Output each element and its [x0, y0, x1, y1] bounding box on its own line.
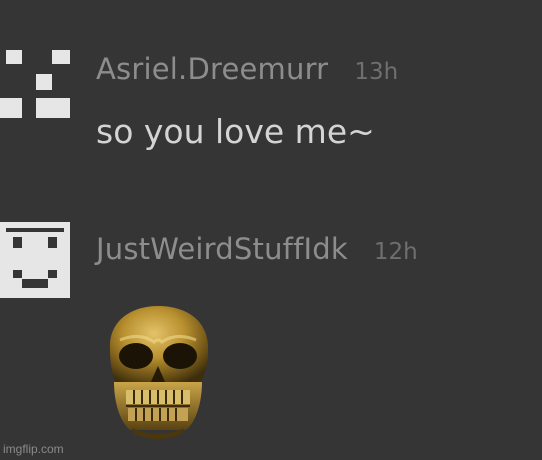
timestamp: 13h — [354, 59, 399, 85]
golden-skull-icon — [96, 302, 218, 442]
watermark: imgflip.com — [3, 442, 64, 456]
comment-header: JustWeirdStuffIdk 12h — [96, 232, 418, 266]
username-link[interactable]: Asriel.Dreemurr — [96, 52, 328, 86]
username-link[interactable]: JustWeirdStuffIdk — [96, 232, 348, 266]
comment-thread: Asriel.Dreemurr 13h so you love me~ JustW… — [0, 0, 542, 460]
avatar[interactable] — [0, 222, 70, 312]
avatar[interactable] — [0, 40, 70, 130]
comment-header: Asriel.Dreemurr 13h — [96, 52, 398, 86]
pixel-face-icon — [0, 50, 70, 118]
pixel-face-icon — [0, 222, 70, 298]
comment-text: so you love me~ — [96, 112, 375, 151]
timestamp: 12h — [373, 239, 418, 265]
